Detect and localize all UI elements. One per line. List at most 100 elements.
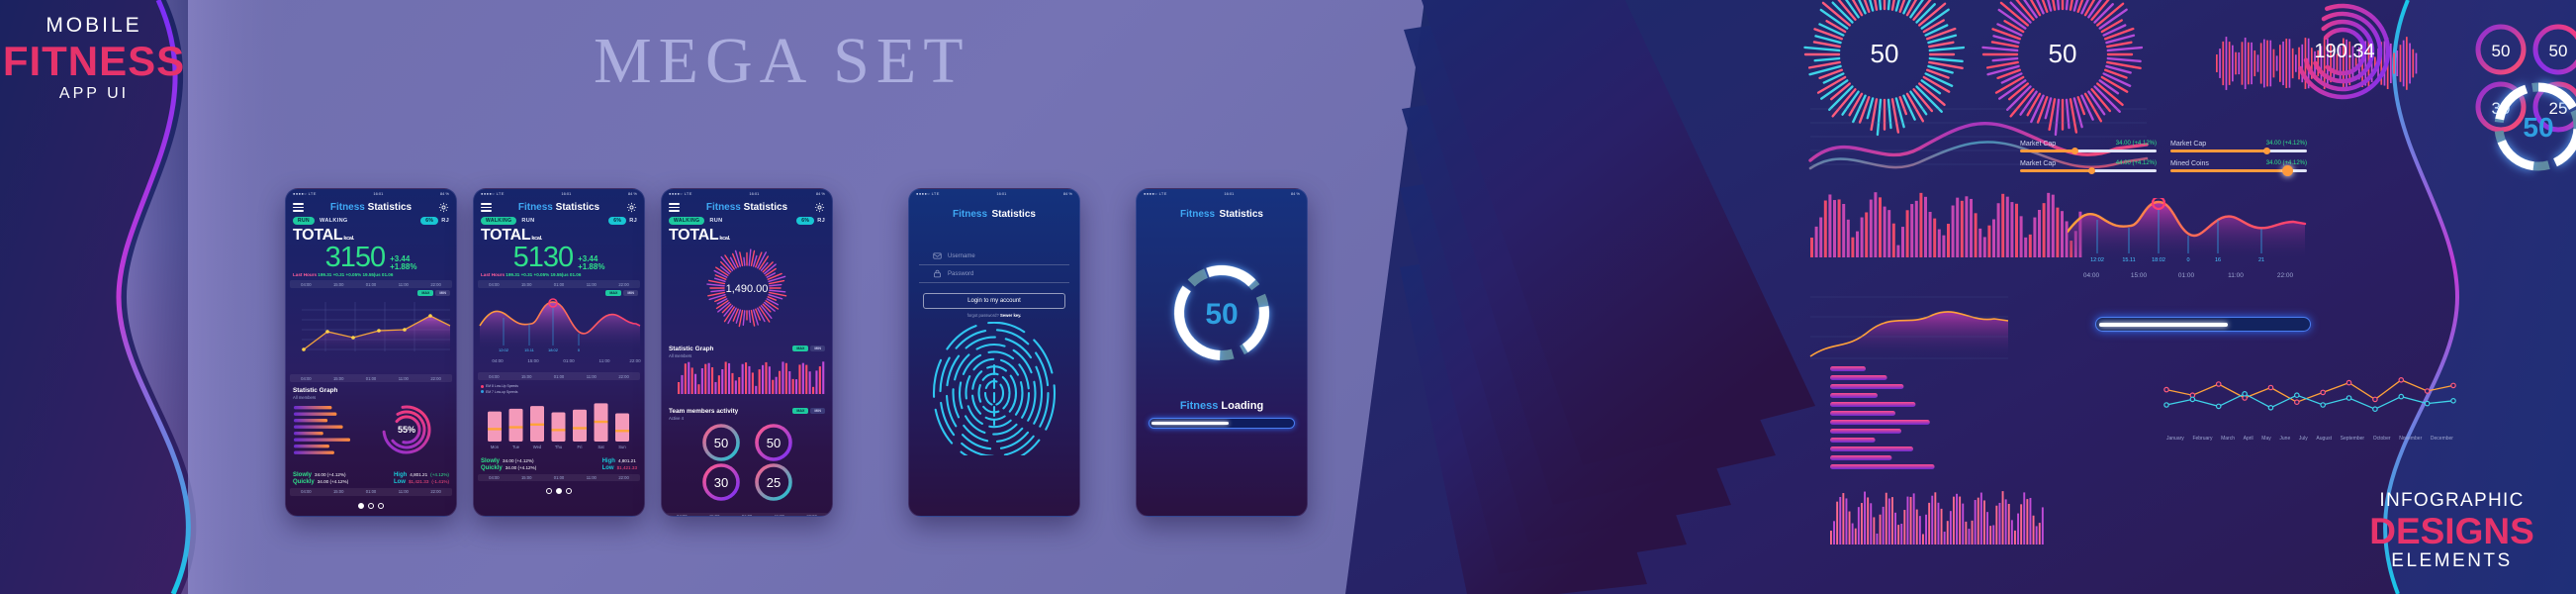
bottom-stats: Slowly 34.00 (+4.12%) Quickly 34.00 (+4.12… [474,456,644,472]
mode-tabs[interactable]: RUN WALKING 6% RJ [286,216,456,226]
gear-icon[interactable] [814,202,825,213]
wave-axis-tick: 04:00 [2083,272,2100,279]
toggle-min[interactable]: MIN [810,345,825,351]
month-label: August [2316,436,2332,442]
loading-label: Fitness Loading [1179,400,1264,412]
high-pct: (+4.12%) [430,472,449,478]
app-header: Fitness Statistics [474,198,644,216]
toggle-max[interactable]: MAX [792,407,809,414]
hbars-and-donut: 55% [294,405,431,454]
badge-unit: RJ [441,217,449,224]
infographic-progress-bar[interactable] [2095,317,2311,332]
status-signal: ●●●●○ LTE [916,191,940,196]
low-label: Low [393,479,406,486]
status-time: 16:01 [749,191,760,196]
slider-track[interactable] [2170,148,2307,154]
brand-line-2: FITNESS [2,38,186,84]
team-title: Team members activity [669,407,739,415]
phone-stats-rings[interactable]: ●●●●○ LTE 16:01 84 % Fitness Statistics … [661,188,833,517]
month-label: October [2372,436,2391,442]
tab-active[interactable]: WALKING [669,216,705,225]
wave-axis-tick: 01:00 [2178,272,2195,279]
badge-unit: RJ [817,217,825,224]
mode-tabs[interactable]: WALKING RUN 6% RJ [474,216,644,226]
infographic-caption: INFOGRAPHIC DESIGNS ELEMENTS [2346,490,2558,572]
gear-icon[interactable] [626,202,637,213]
tab-active[interactable]: RUN [293,216,316,225]
scale-band-footer: 04:00 15:00 01:00 11:00 22:00 [478,473,640,482]
infographic-line-2: DESIGNS [2369,511,2534,551]
loading-progress-bar [1149,418,1295,429]
username-field[interactable]: Username [919,248,1069,265]
phone-loading[interactable]: ●●●●○ LTE 16:01 84 % Fitness Statistics … [1136,188,1308,517]
slider-item[interactable]: Market Cap 34.00 (+4.12%) [2020,141,2157,154]
quickly-label: Quickly [481,464,503,471]
tab-inactive[interactable]: RUN [709,218,722,224]
status-battery: 84 % [1062,191,1072,196]
slider-thumb[interactable] [2071,148,2079,154]
svg-text:Sun: Sun [618,445,626,449]
phone-login[interactable]: ●●●●○ LTE 16:01 84 % Fitness Statistics … [908,188,1080,517]
slider-track[interactable] [2170,165,2307,176]
slider-track[interactable] [2020,167,2157,174]
svg-text:Fri: Fri [578,445,583,449]
menu-icon[interactable] [481,201,492,214]
phone-stats-run[interactable]: ●●●●○ LTE 16:01 84 % Fitness Statistics … [285,188,457,517]
password-field[interactable]: Password [919,265,1069,283]
login-button[interactable]: Login to my account [923,293,1065,309]
brand-block: MOBILE FITNESS APP UI [0,14,188,103]
status-time: 16:01 [1224,191,1235,196]
slider-track[interactable] [2020,148,2157,154]
app-title: Fitness Statistics [705,201,788,213]
slider-item[interactable]: Mined Coins 34.00 (+4.12%) [2170,160,2307,176]
low-value: $1,421.33 [408,479,429,485]
mode-tabs[interactable]: WALKING RUN 6% RJ [662,216,832,226]
menu-icon[interactable] [293,201,304,214]
tab-inactive[interactable]: RUN [521,218,534,224]
infographic-line-3: ELEMENTS [2391,550,2513,571]
weekday-bar-chart: Mon Tue Wed Thu Fri Sat Sun [488,402,629,449]
axis-tick: 04:00 [492,358,504,363]
circular-loader: 50 [1174,265,1269,360]
slider-label: Market Cap [2170,141,2207,148]
delta-pct: +1.88% [578,262,605,272]
month-label: April [2243,436,2254,442]
fingerprint-icon[interactable] [909,321,1079,465]
slowly-value: 34.00 (+4.12%) [503,457,534,463]
toggle-min[interactable]: MIN [810,407,825,414]
svg-text:50: 50 [2049,39,2077,68]
dense-bar-chart [1810,192,2082,257]
app-header: Fitness Statistics [286,198,456,216]
slider-thumb[interactable] [2088,167,2095,174]
spectrum-bars-bottom [1830,491,2044,544]
burst-value: 1,490.00 [726,283,769,295]
badge-unit: RJ [629,217,637,224]
loader-value: 50 [1205,298,1238,331]
status-battery: 84 % [627,191,637,196]
team-activity-section: Team members activity Active 4 MAX MIN [662,405,832,421]
badge-percent: 6% [608,216,627,225]
slider-item[interactable]: Market Cap 44.00 (+4.12%) [2020,160,2157,174]
phone-stats-walking[interactable]: ●●●●○ LTE 16:01 84 % Fitness Statistics … [473,188,645,517]
month-label: March [2221,436,2235,442]
status-signal: ●●●●○ LTE [481,191,505,196]
tab-inactive[interactable]: WALKING [320,218,348,224]
gear-icon[interactable] [438,202,449,213]
menu-icon[interactable] [669,201,680,214]
tab-active[interactable]: WALKING [481,216,517,225]
month-label: September [2340,436,2365,442]
status-bar: ●●●●○ LTE 16:01 84 % [909,189,1079,198]
forgot-password-row[interactable]: forgot password? Sewer key. [909,313,1079,318]
progress-fill [1151,422,1230,425]
pager-dots[interactable] [474,483,644,495]
toggle-max[interactable]: MAX [792,345,809,351]
pager-dots[interactable] [286,498,456,509]
spectrum-bar-chart [678,361,825,394]
svg-text:Thu: Thu [555,445,563,449]
status-bar: ●●●●○ LTE 16:01 84 % [1137,189,1307,198]
last-hours-row: Last Hours 199.31 +0.31 +0.05% 19.55|us … [481,272,582,278]
forgot-link[interactable]: Sewer key. [1000,313,1021,318]
slider-thumb[interactable] [2262,148,2270,154]
total-value-row: 5130 +3.44 +1.88% [474,244,644,272]
slider-item[interactable]: Market Cap 34.00 (+4.12%) [2170,141,2307,154]
